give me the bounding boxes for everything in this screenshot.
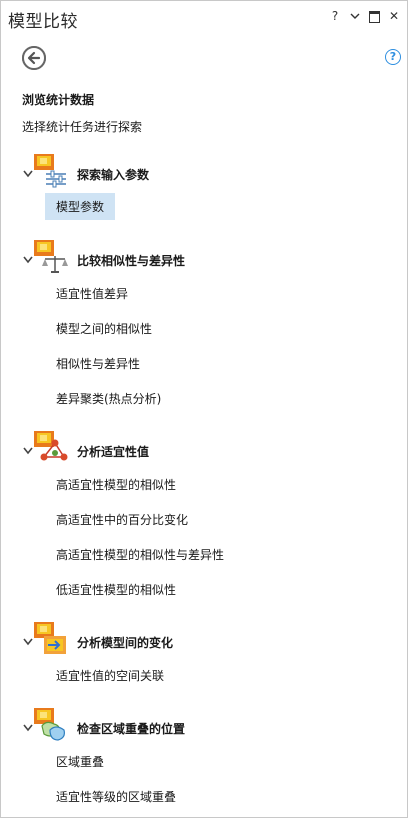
group-header-analyze-change[interactable]: 分析模型间的变化 xyxy=(20,622,380,658)
sliders-icon xyxy=(34,154,66,188)
page-heading: 浏览统计数据 xyxy=(22,93,95,107)
change-arrow-icon xyxy=(34,622,66,654)
task-item[interactable]: 模型之间的相似性 xyxy=(56,320,152,337)
title-bar: 模型比较 ? ✕ xyxy=(0,0,408,34)
group-title: 分析适宜性值 xyxy=(77,445,150,459)
back-button[interactable] xyxy=(22,46,46,70)
back-arrow-icon xyxy=(22,46,46,70)
group-header-overlap[interactable]: 检查区域重叠的位置 xyxy=(20,708,380,744)
task-item[interactable]: 低适宜性模型的相似性 xyxy=(56,581,176,598)
help-icon[interactable]: ? xyxy=(385,49,401,65)
task-item[interactable]: 高适宜性模型的相似性 xyxy=(56,476,176,493)
task-item[interactable]: 高适宜性模型的相似性与差异性 xyxy=(56,546,224,563)
task-item[interactable]: 高适宜性中的百分比变化 xyxy=(56,511,188,528)
group-title: 检查区域重叠的位置 xyxy=(77,722,186,736)
overlap-icon xyxy=(34,708,65,741)
chevron-down-icon xyxy=(23,447,33,455)
page-subheading: 选择统计任务进行探索 xyxy=(22,120,143,134)
group-title: 探索输入参数 xyxy=(77,168,150,182)
maximize-button[interactable] xyxy=(369,11,380,23)
group-header-compare[interactable]: 比较相似性与差异性 xyxy=(20,240,380,276)
task-item[interactable]: 区域重叠 xyxy=(56,753,104,770)
balance-scale-icon xyxy=(34,240,68,273)
network-icon xyxy=(34,431,68,461)
task-item[interactable]: 差异聚类(热点分析) xyxy=(56,390,161,407)
chevron-down-icon xyxy=(23,256,33,264)
task-item[interactable]: 适宜性值差异 xyxy=(56,285,128,302)
chevron-down-icon xyxy=(23,170,33,178)
close-button[interactable]: ✕ xyxy=(388,9,400,23)
chevron-down-icon xyxy=(23,638,33,646)
window-title: 模型比较 xyxy=(8,12,78,32)
group-title: 比较相似性与差异性 xyxy=(77,254,186,268)
options-dropdown-button[interactable] xyxy=(349,9,361,23)
help-menu-button[interactable]: ? xyxy=(329,9,341,23)
group-title: 分析模型间的变化 xyxy=(77,636,174,650)
group-header-explore-inputs[interactable]: 探索输入参数 xyxy=(20,154,380,190)
task-item[interactable]: 适宜性等级的区域重叠 xyxy=(56,788,176,805)
task-item[interactable]: 适宜性值的空间关联 xyxy=(56,667,164,684)
chevron-down-icon xyxy=(23,724,33,732)
group-header-analyze-suitability[interactable]: 分析适宜性值 xyxy=(20,431,380,467)
window-controls: ? ✕ xyxy=(329,9,400,23)
task-item-model-parameters[interactable]: 模型参数 xyxy=(45,193,116,220)
task-item[interactable]: 相似性与差异性 xyxy=(56,355,140,372)
chevron-down-icon xyxy=(350,13,360,19)
